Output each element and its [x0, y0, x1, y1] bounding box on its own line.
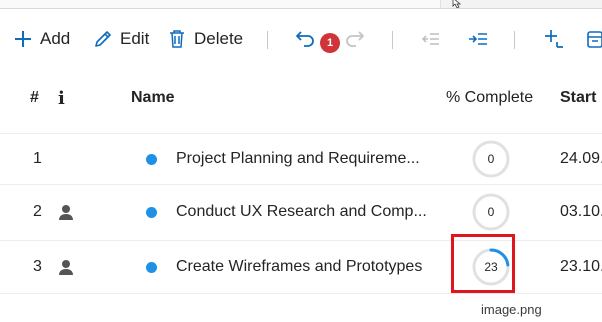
- column-header-complete[interactable]: % Complete: [446, 76, 533, 120]
- row-number: 2: [33, 203, 42, 220]
- person-icon: [59, 205, 73, 220]
- indent-button[interactable]: [466, 26, 490, 52]
- highlight-box: [451, 234, 515, 293]
- undo-icon: [296, 31, 314, 47]
- separator: [514, 31, 515, 49]
- status-dot: [146, 261, 157, 273]
- edit-label: Edit: [120, 29, 150, 48]
- column-header-number[interactable]: #: [30, 76, 39, 120]
- task-name[interactable]: Conduct UX Research and Comp...: [176, 184, 427, 240]
- start-date[interactable]: 03.10.2: [560, 184, 602, 240]
- trash-icon: [170, 30, 184, 48]
- task-name[interactable]: Create Wireframes and Prototypes: [176, 241, 422, 293]
- task-name[interactable]: Project Planning and Requireme...: [176, 134, 420, 184]
- separator: [392, 31, 393, 49]
- undo-button[interactable]: [294, 26, 318, 52]
- column-header-start[interactable]: Start: [560, 76, 596, 120]
- plus-subtask-icon: [545, 30, 563, 48]
- person-icon: [59, 260, 73, 275]
- more-button[interactable]: [586, 26, 602, 52]
- undo-count-badge: 1: [320, 33, 340, 53]
- start-date[interactable]: 24.09.: [560, 134, 602, 184]
- plus-icon: [15, 31, 31, 47]
- top-strip: [0, 0, 602, 9]
- add-subtask-button[interactable]: [542, 26, 566, 52]
- mouse-cursor-icon: [452, 0, 462, 8]
- calendar-icon: [587, 31, 602, 48]
- table-row[interactable]: 2 Conduct UX Research and Comp... 0 03.1…: [0, 184, 602, 241]
- progress-value: 0: [487, 152, 495, 166]
- row-number: 1: [33, 150, 42, 167]
- image-caption: image.png: [481, 302, 542, 317]
- redo-icon: [346, 31, 364, 47]
- delete-button[interactable]: Delete: [166, 26, 243, 52]
- column-header-info[interactable]: i: [58, 76, 65, 120]
- status-dot: [146, 206, 157, 218]
- add-label: Add: [40, 29, 71, 48]
- table-header: # i Name % Complete Start: [0, 76, 602, 120]
- column-header-name[interactable]: Name: [131, 76, 175, 120]
- status-dot: [146, 153, 157, 165]
- table-row[interactable]: 1 Project Planning and Requireme... 0 24…: [0, 133, 602, 185]
- add-button[interactable]: Add: [12, 26, 70, 52]
- edit-button[interactable]: Edit: [92, 26, 149, 52]
- toolbar: Add Edit Delete 1: [0, 22, 602, 56]
- progress-value: 0: [487, 205, 495, 219]
- start-date[interactable]: 23.10.2: [560, 241, 602, 293]
- outdent-button[interactable]: [418, 26, 442, 52]
- pencil-icon: [95, 31, 111, 47]
- progress-ring: 0: [471, 192, 511, 232]
- indent-icon: [469, 33, 487, 45]
- outdent-icon: [421, 33, 439, 45]
- redo-button[interactable]: [342, 26, 366, 52]
- search-box-edge[interactable]: [0, 0, 441, 9]
- row-number: 3: [33, 258, 42, 275]
- progress-ring: 0: [471, 139, 511, 179]
- delete-label: Delete: [194, 29, 244, 48]
- separator: [267, 31, 268, 49]
